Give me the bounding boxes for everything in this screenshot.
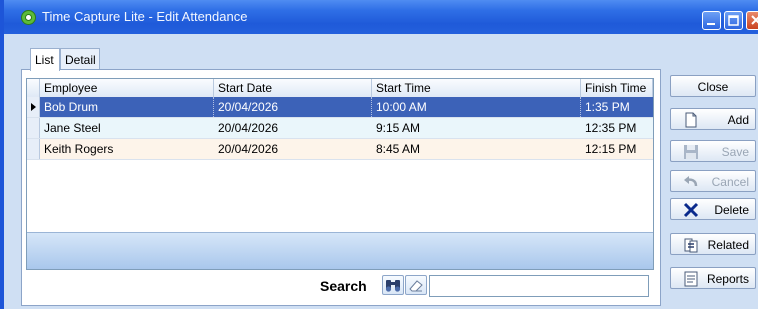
delete-button[interactable]: Delete [670, 198, 756, 220]
link-document-icon [684, 238, 698, 253]
grid-footer-bar [27, 232, 653, 269]
eraser-icon [409, 280, 423, 292]
minimize-icon [707, 23, 715, 25]
reports-button-label: Reports [706, 272, 749, 286]
column-header-start-time[interactable]: Start Time [372, 79, 581, 97]
search-bar: Search [26, 270, 654, 302]
app-window: Time Capture Lite - Edit Attendance List… [0, 0, 758, 309]
undo-icon [684, 176, 698, 187]
grid-header: Employee Start Date Start Time Finish Ti… [27, 79, 653, 98]
cell-employee[interactable]: Jane Steel [40, 118, 214, 138]
cell-start-date[interactable]: 20/04/2026 [214, 139, 372, 159]
maximize-icon [728, 15, 739, 26]
cell-employee[interactable]: Keith Rogers [40, 139, 214, 159]
cell-start-date[interactable]: 20/04/2026 [214, 118, 372, 138]
save-button-label: Save [721, 145, 749, 159]
search-label: Search [320, 278, 367, 294]
minimize-button[interactable] [702, 11, 721, 30]
app-logo-icon [21, 10, 36, 25]
tab-list[interactable]: List [30, 48, 60, 71]
window-title: Time Capture Lite - Edit Attendance [42, 9, 248, 24]
column-header-employee[interactable]: Employee [40, 79, 214, 97]
delete-button-label: Delete [714, 203, 749, 217]
binoculars-icon [385, 280, 401, 292]
cell-start-time[interactable]: 8:45 AM [372, 139, 581, 159]
save-button[interactable]: Save [670, 140, 756, 162]
close-icon [751, 15, 758, 25]
cancel-button[interactable]: Cancel [670, 170, 756, 192]
table-row[interactable]: Jane Steel 20/04/2026 9:15 AM 12:35 PM [27, 118, 653, 139]
floppy-disk-icon [684, 145, 698, 159]
cell-start-time[interactable]: 9:15 AM [372, 118, 581, 138]
find-button[interactable] [382, 275, 404, 295]
current-row-arrow-icon [31, 103, 36, 111]
related-button-label: Related [707, 238, 749, 252]
x-icon [683, 202, 699, 218]
tab-detail[interactable]: Detail [60, 48, 100, 70]
close-button-label: Close [697, 80, 729, 94]
column-header-start-date[interactable]: Start Date [214, 79, 372, 97]
cancel-button-label: Cancel [711, 175, 749, 189]
add-button[interactable]: Add [670, 108, 756, 130]
header-selector [27, 79, 40, 97]
maximize-button[interactable] [724, 11, 743, 30]
title-bar[interactable]: Time Capture Lite - Edit Attendance [4, 0, 758, 34]
row-selector[interactable] [27, 97, 40, 117]
report-icon [684, 271, 698, 287]
cell-start-date[interactable]: 20/04/2026 [214, 97, 372, 117]
cell-finish-time[interactable]: 12:15 PM [581, 139, 653, 159]
column-header-finish-time[interactable]: Finish Time [581, 79, 653, 97]
reports-button[interactable]: Reports [670, 267, 756, 289]
list-panel: Employee Start Date Start Time Finish Ti… [21, 69, 661, 306]
add-button-label: Add [727, 113, 749, 127]
attendance-grid: Employee Start Date Start Time Finish Ti… [26, 78, 654, 270]
document-icon [685, 112, 697, 128]
related-button[interactable]: Related [670, 233, 756, 255]
cell-finish-time[interactable]: 12:35 PM [581, 118, 653, 138]
row-selector[interactable] [27, 139, 40, 159]
close-button[interactable]: Close [670, 75, 756, 97]
cell-start-time[interactable]: 10:00 AM [372, 97, 581, 117]
table-row[interactable]: Keith Rogers 20/04/2026 8:45 AM 12:15 PM [27, 139, 653, 160]
clear-search-button[interactable] [405, 275, 427, 295]
search-input[interactable] [429, 275, 649, 297]
table-row[interactable]: Bob Drum 20/04/2026 10:00 AM 1:35 PM [27, 97, 653, 118]
cell-employee[interactable]: Bob Drum [40, 97, 214, 117]
cell-finish-time[interactable]: 1:35 PM [581, 97, 653, 117]
window-close-button[interactable] [746, 11, 758, 30]
row-selector[interactable] [27, 118, 40, 138]
